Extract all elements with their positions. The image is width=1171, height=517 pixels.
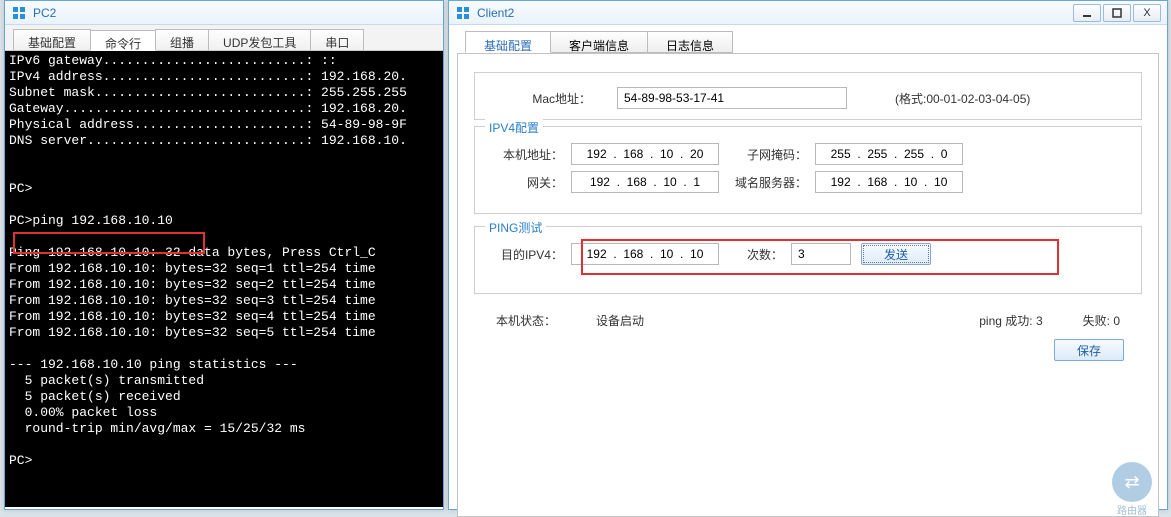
ipv4-fieldset: IPV4配置 本机地址： 子网掩码： 网关： 域名服务器：	[474, 126, 1142, 214]
ping-target-label: 目的IPV4：	[487, 246, 571, 263]
pc2-titlebar[interactable]: PC2	[5, 1, 443, 25]
dns-label: 域名服务器：	[731, 174, 815, 191]
minimize-button[interactable]	[1073, 4, 1101, 22]
client2-window: Client2 X 基础配置 客户端信息 日志信息 Mac地址： (格式:00-…	[448, 0, 1168, 510]
dns-input[interactable]	[815, 171, 963, 193]
ping-fieldset: PING测试 目的IPV4： 次数： 发送	[474, 226, 1142, 294]
watermark: ⇄ 路由器	[1097, 462, 1167, 508]
local-ip-input[interactable]	[571, 143, 719, 165]
tab-log-info[interactable]: 日志信息	[647, 31, 733, 53]
machine-status-label: 本机状态：	[496, 312, 556, 329]
mac-section: Mac地址： (格式:00-01-02-03-04-05)	[474, 72, 1142, 120]
tab-serial[interactable]: 串口	[310, 29, 364, 50]
pc2-tabbar: 基础配置 命令行 组播 UDP发包工具 串口	[5, 25, 443, 51]
pc2-title: PC2	[33, 6, 437, 20]
tab-multicast[interactable]: 组播	[155, 29, 209, 50]
tab-basic[interactable]: 基础配置	[13, 29, 91, 50]
status-row: 本机状态： 设备启动 ping 成功: 3 失败: 0	[466, 306, 1150, 329]
pc2-window: PC2 基础配置 命令行 组播 UDP发包工具 串口 IPv6 gateway.…	[4, 0, 444, 510]
client2-titlebar[interactable]: Client2 X	[449, 1, 1167, 25]
tab-udp[interactable]: UDP发包工具	[208, 29, 311, 50]
client2-body: Mac地址： (格式:00-01-02-03-04-05) IPV4配置 本机地…	[457, 53, 1159, 517]
machine-status-value: 设备启动	[596, 312, 644, 329]
ping-count-input[interactable]	[791, 243, 851, 265]
client2-title: Client2	[477, 6, 1073, 20]
app-icon	[455, 5, 471, 21]
tab-cli[interactable]: 命令行	[90, 30, 156, 51]
gateway-label: 网关：	[487, 174, 571, 191]
local-ip-label: 本机地址：	[487, 146, 571, 163]
ipv4-legend: IPV4配置	[485, 119, 543, 136]
send-button[interactable]: 发送	[861, 243, 931, 265]
mask-input[interactable]	[815, 143, 963, 165]
client2-tabbar: 基础配置 客户端信息 日志信息	[449, 25, 1167, 53]
mac-hint: (格式:00-01-02-03-04-05)	[895, 90, 1030, 107]
window-controls: X	[1073, 4, 1161, 22]
mac-input[interactable]	[617, 87, 847, 109]
terminal-output[interactable]: IPv6 gateway..........................: …	[5, 51, 443, 507]
maximize-button[interactable]	[1103, 4, 1131, 22]
tab-client-info[interactable]: 客户端信息	[550, 31, 648, 53]
ping-success: ping 成功: 3	[979, 312, 1042, 329]
tab-basic-config[interactable]: 基础配置	[465, 31, 551, 53]
ping-target-input[interactable]	[571, 243, 719, 265]
ping-fail: 失败: 0	[1083, 312, 1120, 329]
mac-label: Mac地址：	[515, 90, 599, 107]
mask-label: 子网掩码：	[731, 146, 815, 163]
save-button[interactable]: 保存	[1054, 339, 1124, 361]
ping-count-label: 次数：	[731, 246, 791, 263]
ping-legend: PING测试	[485, 219, 546, 236]
gateway-input[interactable]	[571, 171, 719, 193]
app-icon	[11, 5, 27, 21]
close-button[interactable]: X	[1133, 4, 1161, 22]
